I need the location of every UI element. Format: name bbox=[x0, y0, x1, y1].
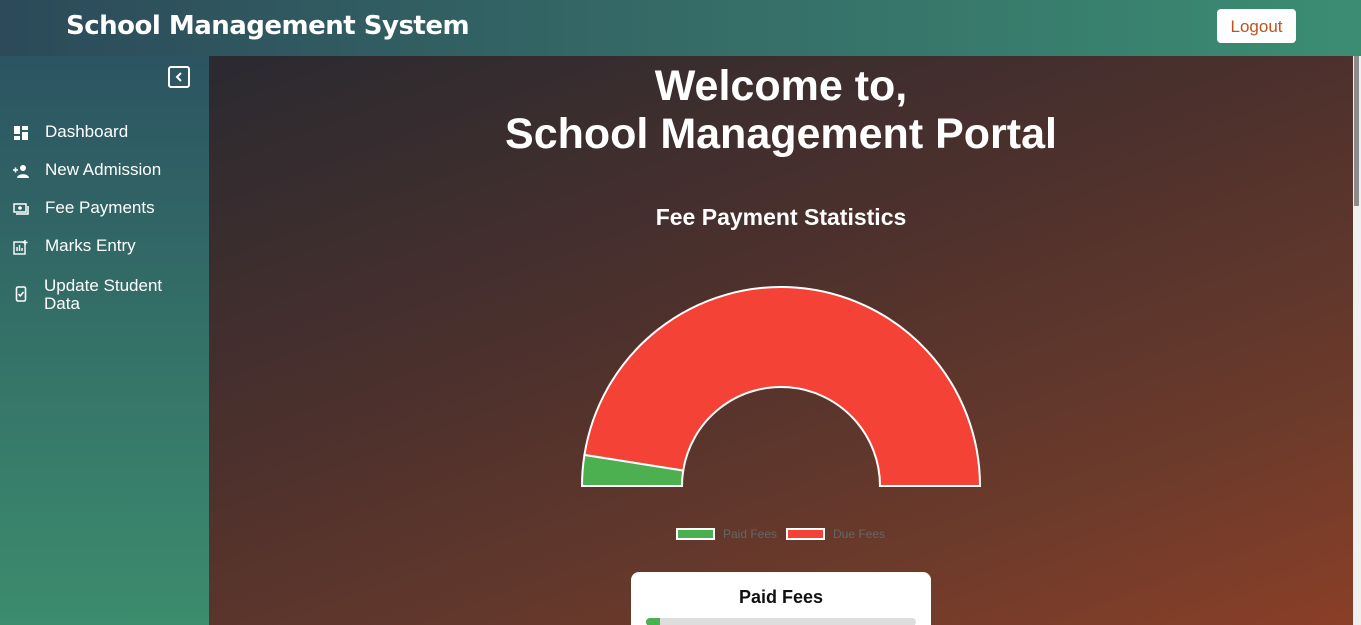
scrollbar-thumb[interactable] bbox=[1354, 56, 1359, 206]
main-content: Welcome to, School Management Portal Fee… bbox=[209, 56, 1361, 625]
chart-add-icon bbox=[13, 240, 28, 255]
sidebar-item-label: Dashboard bbox=[45, 122, 129, 141]
person-add-icon bbox=[13, 165, 29, 178]
scrollbar[interactable] bbox=[1353, 56, 1361, 625]
sidebar-item-fee-payments[interactable]: Fee Payments bbox=[0, 190, 209, 224]
sidebar-item-dashboard[interactable]: Dashboard bbox=[0, 114, 209, 148]
legend-label-due: Due Fees bbox=[833, 527, 886, 541]
paid-fees-progress bbox=[646, 618, 916, 625]
sidebar-item-label: Update Student Data bbox=[44, 276, 163, 313]
sidebar-item-marks-entry[interactable]: Marks Entry bbox=[0, 228, 209, 262]
legend-swatch-paid bbox=[676, 528, 715, 540]
phone-check-icon bbox=[15, 286, 27, 302]
payments-icon bbox=[13, 203, 29, 215]
legend-label-paid: Paid Fees bbox=[723, 527, 778, 541]
sidebar: Dashboard New Admission Fee Payments Mar… bbox=[0, 56, 209, 625]
sidebar-item-label: New Admission bbox=[45, 160, 162, 179]
sidebar-item-update-student-data[interactable]: Update Student Data bbox=[0, 276, 209, 320]
sidebar-item-label: Fee Payments bbox=[45, 198, 155, 217]
legend-swatch-due bbox=[786, 528, 825, 540]
sidebar-item-new-admission[interactable]: New Admission bbox=[0, 152, 209, 186]
chart-slice-due-fees[interactable] bbox=[583, 286, 982, 487]
logout-button[interactable]: Logout bbox=[1217, 9, 1296, 43]
sidebar-collapse-button[interactable] bbox=[168, 66, 190, 88]
top-bar: School Management System Logout bbox=[0, 0, 1361, 56]
fee-chart bbox=[580, 286, 982, 487]
paid-fees-card-title: Paid Fees bbox=[738, 587, 824, 607]
sidebar-item-label: Marks Entry bbox=[45, 236, 136, 255]
app-title: School Management System bbox=[66, 11, 470, 41]
paid-fees-card: Paid Fees bbox=[631, 572, 931, 625]
paid-fees-progress-fill bbox=[646, 618, 660, 625]
dashboard-icon bbox=[14, 126, 28, 140]
chevron-left-icon bbox=[175, 72, 182, 82]
